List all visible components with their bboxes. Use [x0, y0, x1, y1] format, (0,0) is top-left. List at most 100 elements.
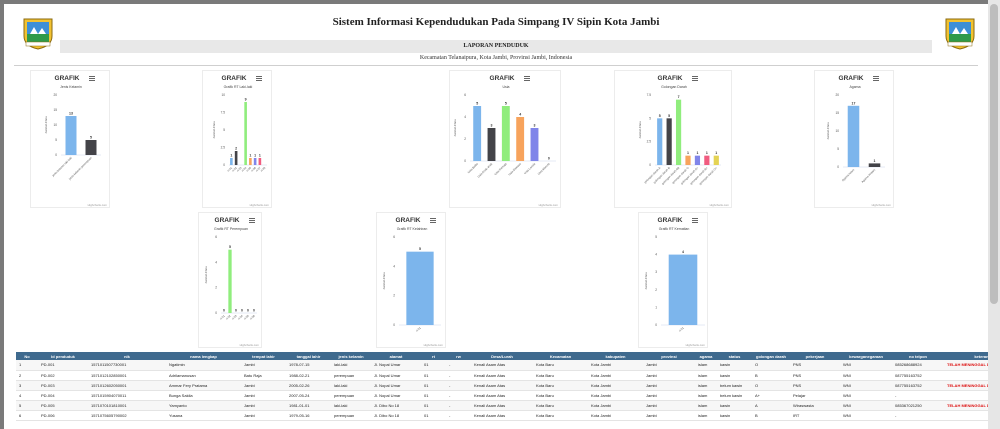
chart-heading: GRAFIK: [222, 75, 247, 82]
data-label: 5: [476, 102, 478, 106]
x-tick-label: Usia Dewasa: [507, 162, 522, 177]
y-tick-label: 0: [649, 163, 651, 167]
menu-line: [524, 76, 530, 77]
chart-svg-usia: GRAFIK Usia Jumlah Data 0 2 4 6 5 Usia Balita 3 Us…: [453, 75, 559, 207]
report-label: LAPORAN PENDUDUK: [60, 40, 932, 53]
table-row: 2 PD-002 1571012102850001 Adrilamanusan Batu…: [16, 370, 988, 381]
table-cell: Kota Baru: [533, 410, 588, 421]
table-cell: -: [446, 390, 471, 401]
scrollbar-thumb[interactable]: [990, 4, 998, 304]
hamburger-menu-icon[interactable]: [692, 76, 698, 81]
header-divider: [14, 65, 978, 66]
table-cell: TELAH MENINGGAL DUNIA: [944, 400, 988, 411]
data-label: 0: [235, 309, 237, 313]
table-cell: Kota Jambi: [588, 360, 643, 371]
table-cell: Jambi: [643, 410, 695, 421]
table-cell: 1979-05-16: [286, 410, 331, 421]
column-header: Kecamatan: [533, 352, 588, 360]
table-cell: 1571012602050001: [88, 380, 166, 391]
table-cell: [944, 410, 988, 421]
hamburger-menu-icon[interactable]: [873, 76, 879, 81]
y-axis-label: Jumlah Data: [204, 266, 208, 284]
hamburger-menu-icon[interactable]: [430, 218, 436, 223]
menu-line: [692, 220, 698, 221]
chart-credit: Highcharts.com: [424, 343, 444, 347]
column-header: no telpon: [892, 352, 944, 360]
chart-heading: GRAFIK: [490, 75, 515, 82]
chart-credit: Highcharts.com: [872, 203, 892, 207]
chart-svg-gd: GRAFIK Golongan Darah Jumlah Data 0 2.5 5 7.5 5…: [638, 75, 730, 207]
table-cell: Wiraswasta: [790, 400, 840, 411]
table-cell: -: [892, 390, 944, 401]
chart-svg-jk: GRAFIK Jenis Kelamin Jumlah Data 0 5 10 15 20 13…: [44, 75, 108, 207]
chart-bar: [406, 251, 434, 325]
chart-bar: [847, 105, 860, 167]
y-tick-label: 4: [464, 115, 466, 119]
table-cell: Kota Baru: [533, 400, 588, 411]
table-cell: 4: [16, 390, 38, 401]
table-cell: perempuan: [331, 390, 371, 401]
chart-credit: Highcharts.com: [250, 203, 270, 207]
table-cell: Jl. Nopal Umar: [371, 360, 421, 371]
chart-bar: [868, 163, 881, 167]
table-cell: PNS: [790, 360, 840, 371]
data-label: 3: [491, 124, 493, 128]
column-header: Id penduduk: [38, 352, 88, 360]
chart-bar: [65, 116, 77, 155]
column-header: status: [717, 352, 752, 360]
chart-bar: [249, 158, 252, 165]
table-cell: [944, 390, 988, 401]
data-label: 1: [687, 151, 689, 155]
table-cell: kawin: [717, 370, 752, 381]
chart-card-jk: GRAFIK Jenis Kelamin Jumlah Data 0 5 10 15 20 13…: [30, 70, 110, 208]
table-cell: Pelajar: [790, 390, 840, 401]
hamburger-menu-icon[interactable]: [256, 76, 262, 81]
chart-bar: [258, 158, 262, 165]
data-label: 13: [69, 112, 73, 116]
chart-bar: [244, 102, 247, 165]
chart-bar: [473, 106, 482, 161]
hamburger-menu-icon[interactable]: [249, 218, 255, 223]
hamburger-menu-icon[interactable]: [524, 76, 530, 81]
y-axis-label: Jumlah Data: [644, 272, 648, 290]
data-label: 0: [241, 309, 243, 313]
table-cell: 1978-07-15: [286, 360, 331, 371]
y-tick-label: 15: [835, 111, 839, 115]
data-label: 1: [249, 154, 251, 158]
menu-line: [873, 78, 879, 79]
menu-line: [524, 78, 530, 79]
table-cell: Kota Baru: [533, 360, 588, 371]
data-label: 4: [519, 113, 521, 117]
chart-bar: [666, 118, 672, 165]
table-cell: Jl. Dibo No 18: [371, 410, 421, 421]
emblem-land: [27, 34, 49, 42]
hamburger-menu-icon[interactable]: [692, 218, 698, 223]
chart-bar: [675, 99, 682, 165]
hamburger-menu-icon[interactable]: [89, 76, 95, 81]
table-row: 3 PD-003 1571012602050001 Ammar Fery Pratam…: [16, 380, 988, 391]
data-label: 1: [874, 159, 876, 163]
y-tick-label: 20: [53, 93, 57, 97]
column-header: alamat: [371, 352, 421, 360]
table-cell: Kota Baru: [533, 390, 588, 401]
chart-bar: [234, 151, 238, 165]
table-cell: -: [446, 400, 471, 411]
column-header: No: [16, 352, 38, 360]
column-header: jenis kelamin: [331, 352, 371, 360]
x-tick-label: jenis kelamin laki-laki: [51, 156, 73, 178]
data-label: 0: [223, 309, 225, 313]
chart-heading: GRAFIK: [215, 217, 240, 224]
table-cell: Kota Jambi: [588, 410, 643, 421]
chart-credit: Highcharts.com: [240, 343, 260, 347]
menu-line: [256, 80, 262, 81]
table-cell: Kenali Asam Atas: [471, 410, 533, 421]
chart-svg-rtp: GRAFIK Grafik RT Perempuan Jumlah Data 0 2 4 6…: [204, 217, 260, 347]
table-cell: 1571011507730001: [88, 360, 166, 371]
menu-line: [430, 220, 436, 221]
table-cell: Kenali Asam Atas: [471, 360, 533, 371]
menu-line: [430, 218, 436, 219]
table-cell: islam: [695, 380, 717, 391]
table-cell: O: [752, 380, 790, 391]
table-cell: TELAH MENINGGAL DUNIA: [944, 360, 988, 371]
vertical-scrollbar[interactable]: [988, 0, 1000, 429]
